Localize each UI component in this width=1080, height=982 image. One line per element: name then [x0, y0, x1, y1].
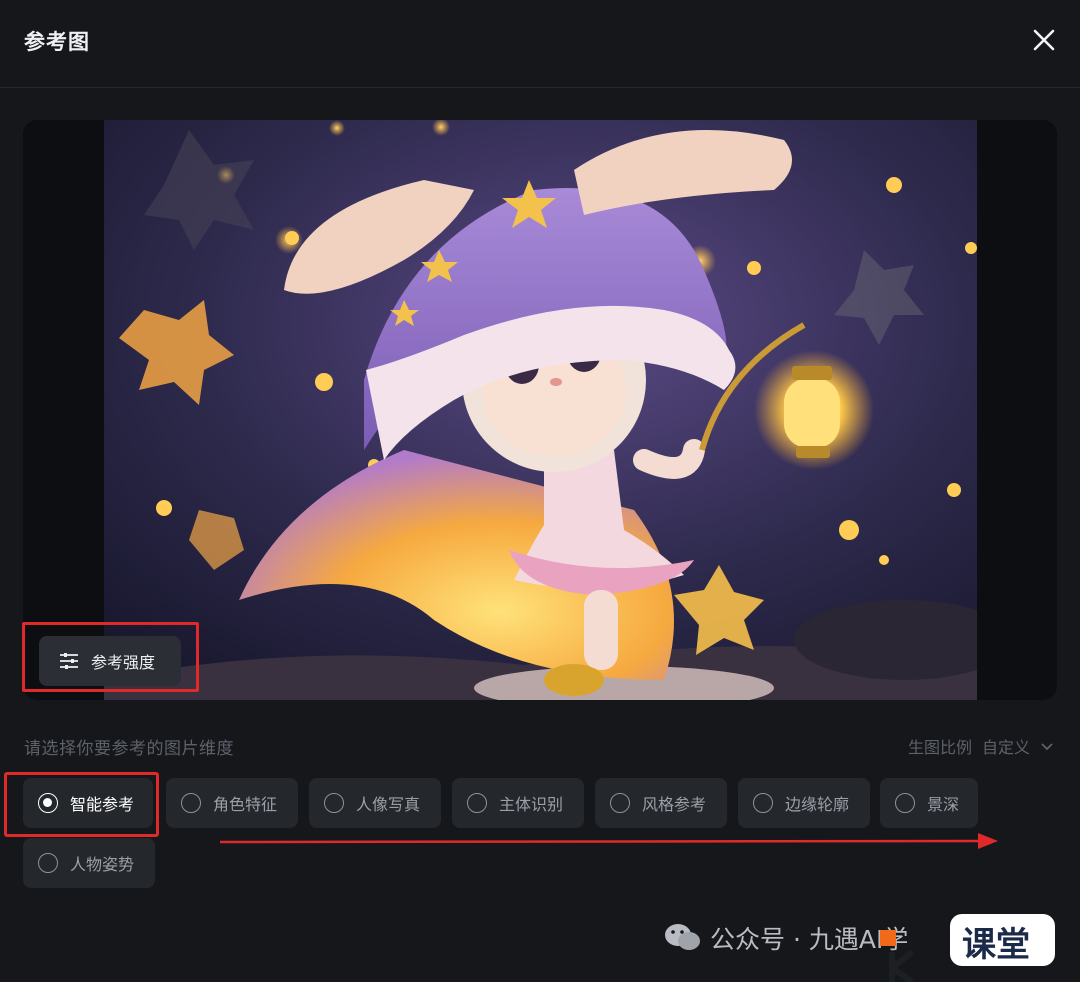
option-pose[interactable]: 人物姿势: [23, 838, 155, 888]
reference-strength-button[interactable]: 参考强度: [39, 636, 181, 686]
radio-icon: [38, 793, 58, 813]
dialog-header: 参考图: [0, 0, 1080, 88]
watermark: 公众号 · 九遇AI学: [664, 920, 908, 956]
option-edge-contour[interactable]: 边缘轮廓: [738, 778, 870, 828]
option-subject-recognition[interactable]: 主体识别: [452, 778, 584, 828]
option-depth-of-field[interactable]: 景深: [880, 778, 978, 828]
option-style-reference[interactable]: 风格参考: [595, 778, 727, 828]
reference-strength-label: 参考强度: [91, 653, 156, 672]
radio-icon: [467, 793, 487, 813]
radio-icon: [38, 853, 58, 873]
logo-text: 课堂: [962, 925, 1030, 965]
option-label: 风格参考: [642, 795, 707, 814]
radio-icon: [753, 793, 773, 813]
option-label: 景深: [927, 795, 960, 814]
option-label: 人物姿势: [70, 855, 135, 874]
option-label: 智能参考: [70, 795, 135, 814]
radio-icon: [324, 793, 344, 813]
reference-image-preview: [23, 120, 1057, 700]
option-label: 人像写真: [356, 795, 421, 814]
radio-icon: [181, 793, 201, 813]
option-portrait[interactable]: 人像写真: [309, 778, 441, 828]
reference-image: [104, 120, 977, 700]
aspect-ratio-label: 生图比例: [908, 738, 973, 757]
aspect-ratio-select[interactable]: 生图比例 自定义: [908, 734, 1056, 758]
arrow-icon: [220, 833, 998, 849]
option-label: 主体识别: [499, 795, 564, 814]
option-label: 角色特征: [213, 795, 278, 814]
radio-icon: [895, 793, 915, 813]
dimension-prompt: 请选择你要参考的图片维度: [24, 739, 234, 759]
site-logo: 课堂: [880, 914, 1055, 982]
option-character-features[interactable]: 角色特征: [166, 778, 298, 828]
reference-image-dialog: 参考图 参考强度 请选择你要参考的图片维度 生图比例 自定义 智能参考 角色特征…: [0, 0, 1080, 982]
option-smart-reference[interactable]: 智能参考: [23, 778, 153, 828]
chevron-down-icon: [1041, 743, 1053, 751]
radio-icon: [610, 793, 630, 813]
wechat-icon: [665, 924, 700, 950]
sliders-icon: [60, 653, 78, 669]
aspect-ratio-value: 自定义: [982, 738, 1031, 757]
watermark-text: 公众号 · 九遇AI学: [710, 925, 909, 954]
close-icon[interactable]: [1026, 22, 1062, 58]
option-label: 边缘轮廓: [785, 795, 850, 814]
dialog-title: 参考图: [24, 30, 90, 54]
